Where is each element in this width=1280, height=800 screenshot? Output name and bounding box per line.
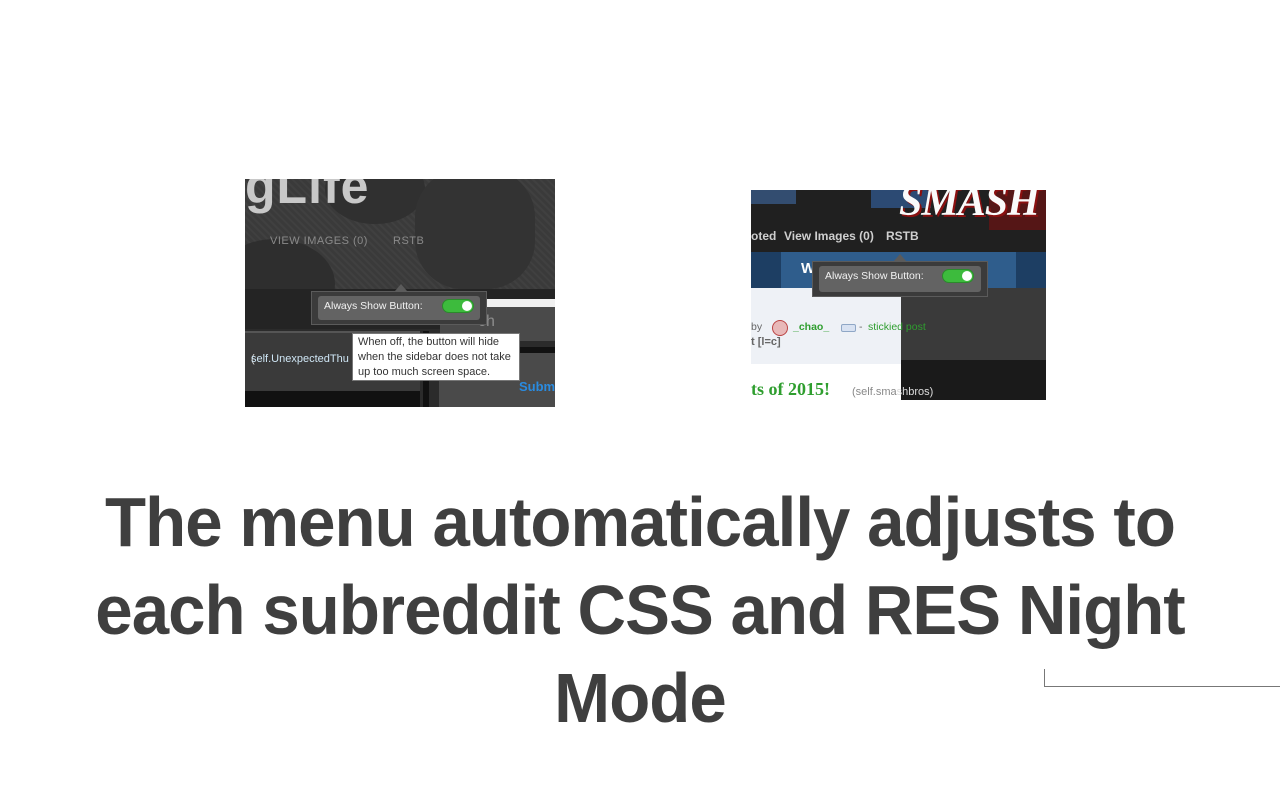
always-show-toggle[interactable] bbox=[942, 269, 974, 283]
subreddit-header: gLife VIEW IMAGES (0) RSTB bbox=[245, 179, 555, 329]
rstb-popup: Always Show Button: bbox=[311, 291, 487, 325]
toggle-tooltip: When off, the button will hide when the … bbox=[352, 333, 520, 381]
rstb-popup: Always Show Button: bbox=[812, 261, 988, 297]
rstb-link[interactable]: RSTB bbox=[393, 235, 424, 247]
caption-line-1: The menu automatically adjusts to bbox=[105, 483, 1176, 561]
comments-link[interactable]: t [l=c] bbox=[751, 336, 781, 348]
rstb-link[interactable]: RSTB bbox=[886, 229, 919, 243]
view-images-link[interactable]: VIEW IMAGES (0) bbox=[270, 235, 368, 247]
toggle-knob bbox=[962, 271, 972, 281]
popup-arrow bbox=[395, 284, 407, 291]
subreddit-header: SMASH oted View Images (0) RSTB bbox=[751, 190, 1046, 252]
left-screenshot: gLife VIEW IMAGES (0) RSTB ch ( self.Une… bbox=[245, 179, 555, 407]
popup-arrow bbox=[894, 254, 906, 261]
submit-link[interactable]: Subm bbox=[519, 379, 555, 394]
post-domain[interactable]: (self.smashbros) bbox=[852, 386, 933, 398]
flair-badge bbox=[841, 324, 856, 332]
voted-link[interactable]: oted bbox=[751, 229, 776, 243]
post-domain[interactable]: self.UnexpectedThu bbox=[251, 353, 349, 365]
toggle-label: Always Show Button: bbox=[825, 270, 924, 282]
caption-line-2: each subreddit CSS and RES Night Mode bbox=[95, 571, 1185, 737]
subreddit-logo: SMASH bbox=[899, 190, 1040, 225]
right-screenshot: SMASH oted View Images (0) RSTB W l by _… bbox=[751, 190, 1046, 400]
user-flair-icon bbox=[772, 320, 788, 336]
corner-divider bbox=[1044, 669, 1280, 687]
subreddit-logo: gLife bbox=[245, 179, 370, 214]
post-title[interactable]: ts of 2015! bbox=[751, 379, 830, 400]
username-link[interactable]: _chao_ bbox=[793, 321, 829, 333]
toggle-label: Always Show Button: bbox=[324, 300, 423, 312]
sticky-label: stickied post bbox=[868, 321, 926, 333]
caption: The menu automatically adjusts to each s… bbox=[26, 478, 1255, 742]
view-images-link[interactable]: View Images (0) bbox=[784, 229, 874, 243]
always-show-toggle[interactable] bbox=[442, 299, 474, 313]
toggle-knob bbox=[462, 301, 472, 311]
